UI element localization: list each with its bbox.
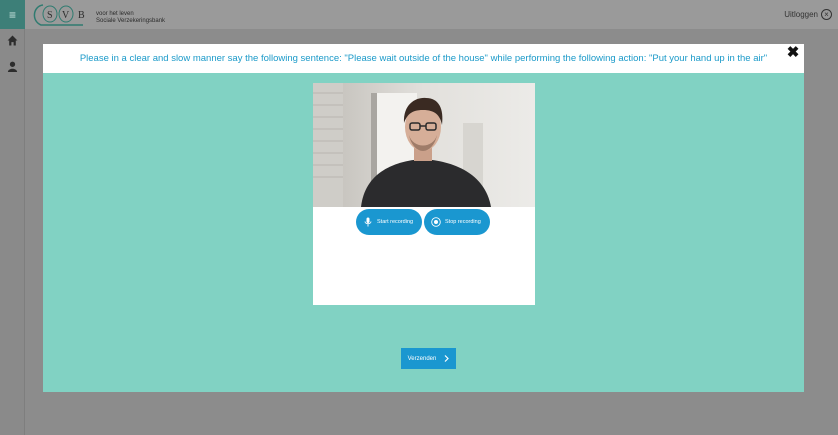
recording-modal: Please in a clear and slow manner say th… <box>43 44 804 392</box>
logo-letter-b: B <box>78 10 85 21</box>
chevron-right-icon <box>444 355 450 362</box>
stop-recording-label: Stop recording <box>445 219 481 225</box>
close-circle-icon: × <box>821 9 832 20</box>
instruction-text: Please in a clear and slow manner say th… <box>79 53 768 64</box>
sidebar <box>0 29 25 435</box>
start-recording-button[interactable]: Start recording <box>356 209 422 235</box>
logout-button[interactable]: Uitloggen × <box>784 9 832 20</box>
send-label: Verzenden <box>407 355 437 362</box>
start-recording-label: Start recording <box>377 219 414 225</box>
close-icon[interactable]: ✖ <box>786 45 800 60</box>
logo-tagline: voor het leven Sociale Verzekeringsbank <box>96 11 165 25</box>
camera-preview <box>313 83 535 207</box>
top-bar: ≡ S V B voor het leven Sociale Verzekeri… <box>0 0 838 29</box>
svb-logo: S V B <box>33 4 85 26</box>
logo-letter-s: S <box>47 10 53 21</box>
user-icon[interactable] <box>7 61 18 72</box>
send-button[interactable]: Verzenden <box>401 348 456 369</box>
microphone-icon <box>363 217 373 227</box>
home-icon[interactable] <box>7 35 18 46</box>
tagline-line-2: Sociale Verzekeringsbank <box>96 18 166 24</box>
stop-circle-icon <box>431 217 441 227</box>
tagline-line-1: voor het leven <box>96 11 134 17</box>
stop-recording-button[interactable]: Stop recording <box>424 209 490 235</box>
modal-header: Please in a clear and slow manner say th… <box>43 44 804 73</box>
logo-letter-v: V <box>62 10 70 21</box>
logout-label: Uitloggen <box>784 10 818 19</box>
hamburger-icon[interactable]: ≡ <box>0 0 25 29</box>
video-panel: Start recording Stop recording <box>313 83 535 305</box>
